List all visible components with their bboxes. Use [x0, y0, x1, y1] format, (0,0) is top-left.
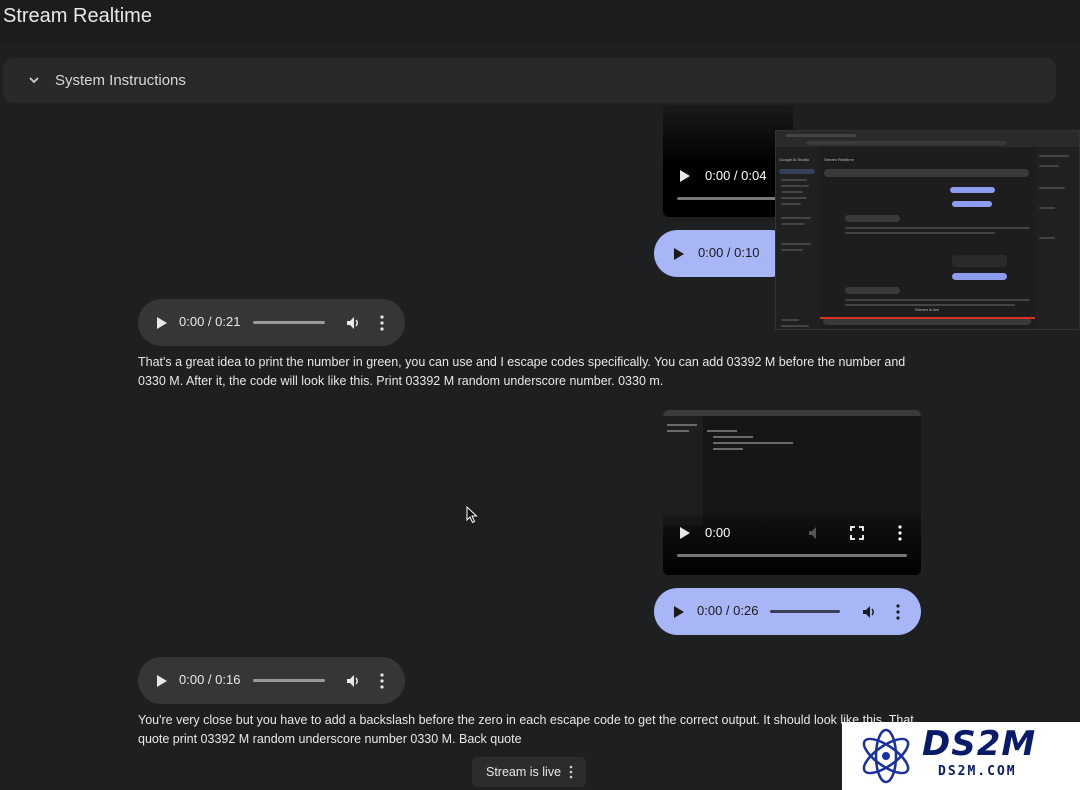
system-instructions-label: System Instructions [55, 72, 186, 89]
screenshot-sidebar: Google AI Studio [776, 147, 820, 329]
volume-icon[interactable] [344, 314, 362, 332]
system-instructions-toggle[interactable]: System Instructions [3, 58, 1056, 103]
play-icon[interactable] [680, 527, 690, 539]
stream-status-label: Stream is live [486, 765, 562, 779]
volume-icon[interactable] [860, 603, 878, 621]
page-title: Stream Realtime [3, 5, 152, 27]
audio-progress[interactable] [770, 610, 840, 613]
more-options-icon[interactable] [380, 673, 384, 689]
mouse-cursor-icon [466, 506, 478, 524]
play-icon[interactable] [680, 170, 690, 182]
model-response-text: You're very close but you have to add a … [138, 713, 914, 746]
screenshot-content: Stream Realtime Stream is live [820, 147, 1035, 329]
video-progress[interactable] [677, 554, 907, 557]
video-time: 0:00 / 0:04 [705, 168, 767, 183]
video-frame [663, 105, 793, 165]
audio-time: 0:00 / 0:26 [697, 603, 759, 618]
more-options-icon[interactable] [896, 604, 900, 620]
atom-logo-icon [862, 728, 910, 784]
top-bar: Stream Realtime [0, 0, 1080, 44]
play-icon[interactable] [674, 606, 684, 618]
audio-progress[interactable] [253, 321, 325, 324]
more-options-icon[interactable] [380, 315, 384, 331]
audio-progress[interactable] [253, 679, 325, 682]
audio-time: 0:00 / 0:10 [698, 245, 760, 260]
more-options-icon[interactable] [898, 525, 902, 541]
chevron-down-icon [29, 77, 39, 84]
audio-player-model[interactable]: 0:00 / 0:16 [138, 657, 405, 704]
play-icon[interactable] [157, 675, 167, 687]
play-icon[interactable] [157, 317, 167, 329]
fullscreen-icon[interactable] [848, 524, 866, 542]
video-player[interactable]: 0:00 / 0:04 [663, 105, 793, 217]
video-player[interactable]: 0:00 [663, 410, 921, 575]
audio-player-model[interactable]: 0:00 / 0:21 [138, 299, 405, 346]
audio-player-user[interactable]: 0:00 / 0:26 [654, 588, 921, 635]
video-progress[interactable] [677, 197, 787, 200]
audio-time: 0:00 / 0:21 [179, 314, 241, 329]
video-time: 0:00 [705, 525, 731, 540]
audio-player-user[interactable]: 0:00 / 0:10 [654, 230, 794, 277]
shared-screen-image: Google AI Studio Stream Realtime Stream … [775, 130, 1080, 330]
more-options-icon[interactable] [569, 765, 573, 779]
watermark-url: DS2M.COM [938, 764, 1017, 779]
volume-icon[interactable] [344, 672, 362, 690]
watermark: DS2M DS2M.COM [842, 722, 1080, 790]
play-icon[interactable] [674, 248, 684, 260]
watermark-name: DS2M [922, 724, 1037, 764]
mute-icon[interactable] [806, 524, 824, 542]
audio-time: 0:00 / 0:16 [179, 672, 241, 687]
model-response-text: That's a great idea to print the number … [138, 355, 906, 388]
screenshot-settings [1035, 147, 1079, 329]
stream-status-button[interactable]: Stream is live [472, 757, 586, 787]
